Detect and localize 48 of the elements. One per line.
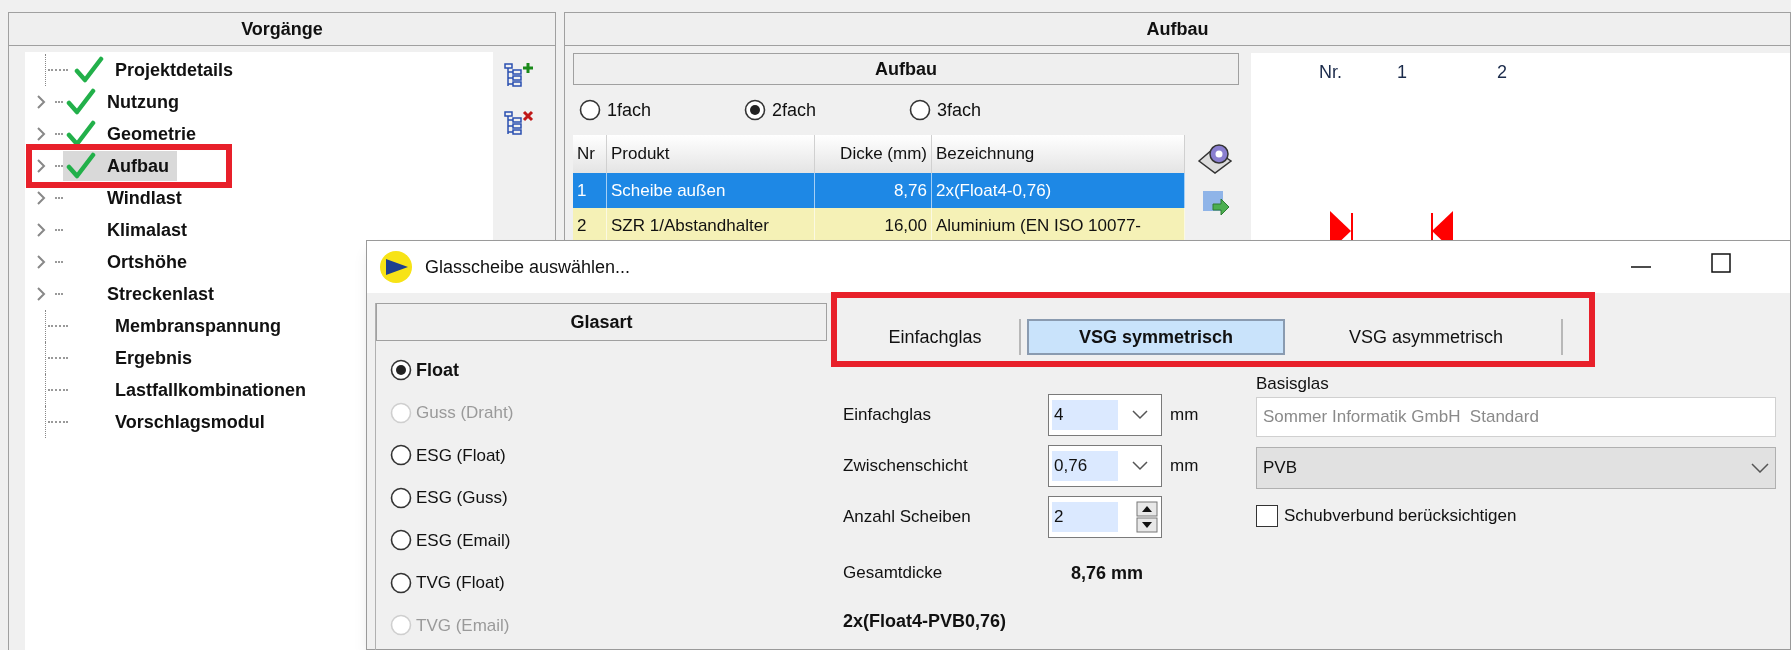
unit-label: mm — [1170, 454, 1199, 477]
tab[interactable]: VSG symmetrisch — [1027, 319, 1285, 355]
tree-item[interactable]: Ortshöhe — [107, 248, 187, 276]
tab[interactable]: Einfachglas — [851, 319, 1021, 355]
tree-item[interactable]: Lastfallkombinationen — [115, 376, 307, 404]
tree-item[interactable]: Membranspannung — [115, 312, 281, 340]
tree-item[interactable]: Streckenlast — [107, 280, 215, 308]
window-title: Glasscheibe auswählen... — [425, 255, 631, 279]
group-header: Glasart — [376, 303, 827, 341]
field-label: Basisglas — [1256, 373, 1330, 395]
field-label: Anzahl Scheiben — [843, 505, 972, 528]
tree-item[interactable]: Ergebnis — [115, 344, 193, 372]
field-value: 0,76 — [1052, 450, 1118, 481]
drawing-label: 1 — [1397, 61, 1407, 84]
drawing-label: 2 — [1497, 61, 1507, 84]
tree-item[interactable]: Geometrie — [107, 120, 197, 148]
field-label: Einfachglas — [843, 403, 932, 426]
radio-label[interactable]: 3fach — [937, 96, 982, 124]
combo-box[interactable]: 4 — [1048, 393, 1162, 436]
glass-formula: 2x(Float4-PVB0,76) — [843, 610, 1008, 633]
field-label: Gesamtdicke — [843, 562, 944, 585]
radio-label[interactable]: ESG (Float) — [416, 442, 506, 468]
group-header: Aufbau — [573, 53, 1239, 85]
radio-label[interactable]: ESG (Email) — [416, 527, 511, 553]
tab[interactable]: VSG asymmetrisch — [1291, 319, 1563, 355]
tree-item[interactable]: Windlast — [107, 184, 182, 212]
field-label: Zwischenschicht — [843, 454, 969, 477]
spin-box[interactable]: 2 — [1048, 495, 1162, 538]
tree-item[interactable]: Nutzung — [107, 88, 179, 116]
checkbox-label[interactable]: Schubverbund berücksichtigen — [1284, 503, 1517, 529]
drawing-label: Nr. — [1319, 61, 1342, 84]
tree-item[interactable]: Klimalast — [107, 216, 188, 244]
tree-item[interactable]: Vorschlagsmodul — [115, 408, 265, 436]
total-value: 8,76 mm — [1071, 561, 1144, 585]
table-row[interactable]: 1 Scheibe außen 8,76 2x(Float4-0,76) — [573, 173, 1185, 208]
radio-label[interactable]: ESG (Guss) — [416, 485, 508, 511]
radio-label[interactable]: 1fach — [607, 96, 652, 124]
combo-box[interactable]: 0,76 — [1048, 444, 1162, 487]
radio-label: TVG (Email) — [416, 614, 510, 637]
radio-label: Guss (Draht) — [416, 402, 514, 424]
tree-item[interactable]: Projektdetails — [115, 56, 234, 84]
radio-label[interactable]: 2fach — [772, 96, 817, 124]
unit-label: mm — [1170, 403, 1199, 426]
dropdown-value: PVB — [1263, 457, 1298, 480]
radio-label[interactable]: TVG (Float) — [416, 570, 505, 596]
field-value: 4 — [1052, 399, 1118, 430]
field-value: 2 — [1052, 501, 1118, 532]
radio-label[interactable]: Float — [416, 356, 459, 384]
